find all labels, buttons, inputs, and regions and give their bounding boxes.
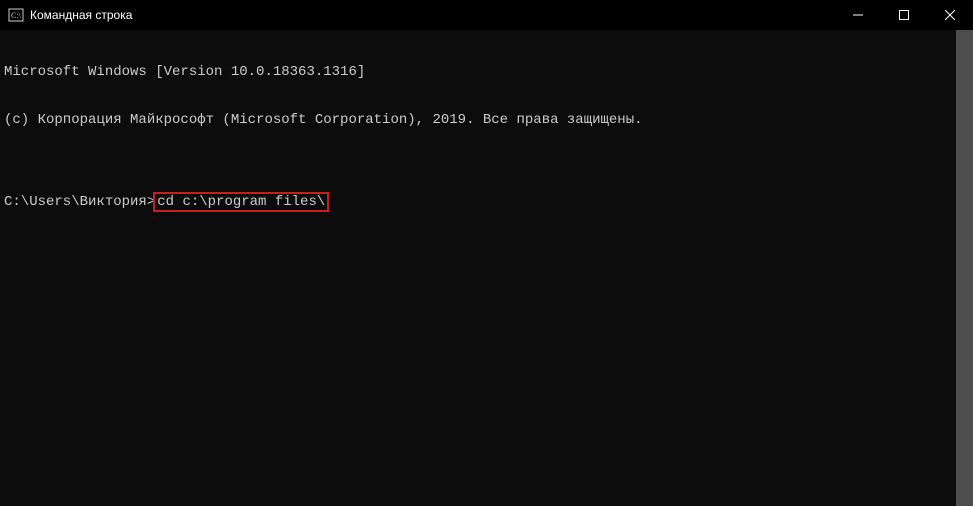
cmd-icon: C:\ <box>8 7 24 23</box>
copyright-line: (c) Корпорация Майкрософт (Microsoft Cor… <box>4 112 973 128</box>
maximize-button[interactable] <box>881 0 927 30</box>
close-button[interactable] <box>927 0 973 30</box>
scrollbar-track[interactable] <box>956 30 973 506</box>
titlebar-left: C:\ Командная строка <box>8 7 132 23</box>
scrollbar-thumb[interactable] <box>956 30 973 506</box>
command-highlight: cd c:\program files\ <box>153 192 329 212</box>
window-controls <box>835 0 973 30</box>
command-text: cd c:\program files\ <box>157 195 325 209</box>
window-title: Командная строка <box>30 8 132 22</box>
prompt-text: C:\Users\Виктория> <box>4 194 155 210</box>
titlebar: C:\ Командная строка <box>0 0 973 30</box>
minimize-button[interactable] <box>835 0 881 30</box>
svg-text:C:\: C:\ <box>11 11 22 20</box>
prompt-line: C:\Users\Виктория>cd c:\program files\ <box>4 192 973 212</box>
terminal-output[interactable]: Microsoft Windows [Version 10.0.18363.13… <box>0 30 973 506</box>
version-line: Microsoft Windows [Version 10.0.18363.13… <box>4 64 973 80</box>
